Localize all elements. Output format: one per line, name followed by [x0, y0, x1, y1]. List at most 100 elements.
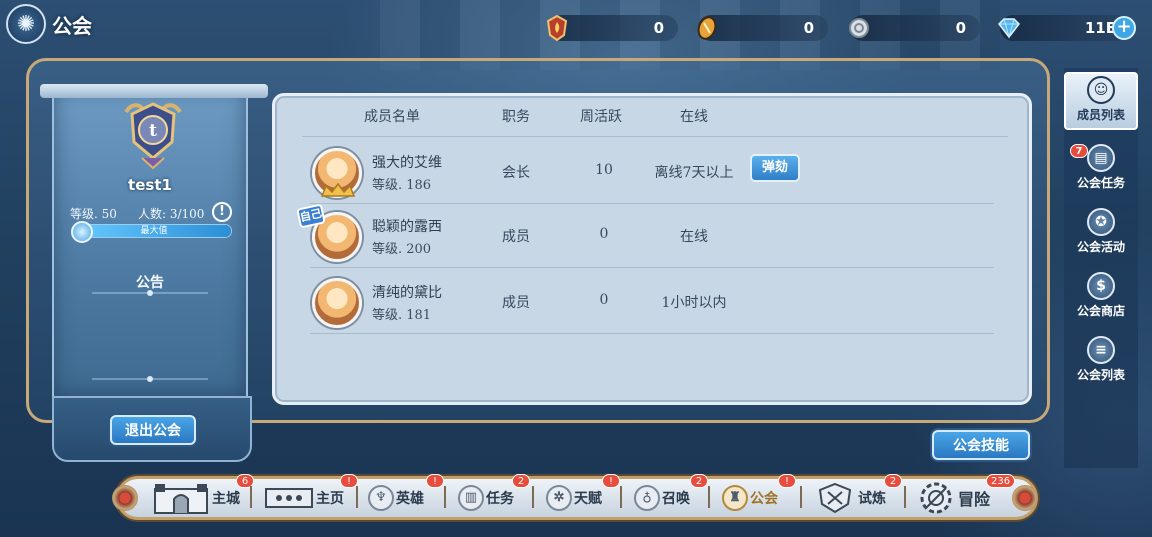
tab-guild-list[interactable]: ≡ 公会列表 — [1064, 334, 1138, 392]
guild-skills-button[interactable]: 公会技能 — [932, 430, 1030, 460]
member-role: 会长 — [502, 165, 530, 181]
amber-crystal-icon — [694, 13, 720, 43]
tab-member-list[interactable]: ☺ 成员列表 — [1064, 72, 1138, 130]
member-weekly: 0 — [599, 292, 609, 308]
nav-home[interactable]: 主页 — [264, 481, 344, 515]
nav-separator — [532, 486, 534, 508]
row-divider — [310, 203, 994, 204]
member-level: 等级. 186 — [372, 178, 432, 193]
members-icon: ☺ — [1087, 76, 1115, 104]
notification-badge: 2 — [690, 474, 708, 488]
summon-flame-icon: ♁ — [634, 485, 660, 511]
col-header-name: 成员名单 — [364, 109, 420, 125]
guild-exp-label: 最大值 — [140, 226, 168, 236]
ornament-divider — [92, 376, 208, 382]
silver-coin-icon — [846, 13, 872, 43]
flame-shield-icon — [544, 13, 570, 43]
nav-separator — [250, 486, 252, 508]
exp-gem-icon — [71, 221, 93, 243]
ornament-divider — [92, 290, 208, 296]
member-online: 离线7天以上 — [654, 165, 734, 181]
notification-badge: 236 — [986, 474, 1016, 488]
table-row[interactable]: 强大的艾维 等级. 186 会长 10 离线7天以上 弹劾 — [310, 142, 994, 204]
member-weekly: 10 — [595, 162, 613, 178]
leave-guild-button[interactable]: 退出公会 — [110, 415, 196, 445]
banner-rod — [40, 84, 268, 98]
nav-separator — [444, 486, 446, 508]
notice-title: 公告 — [136, 275, 164, 291]
resource-value: 0 — [803, 19, 814, 37]
nav-separator — [708, 486, 710, 508]
tab-label: 公会商店 — [1076, 304, 1125, 318]
nav-heroes[interactable]: ♆ 英雄 — [368, 481, 424, 515]
event-badge-icon: ✪ — [1087, 208, 1115, 236]
tab-label: 公会列表 — [1076, 368, 1125, 382]
tab-guild-events[interactable]: ✪ 公会活动 — [1064, 206, 1138, 264]
tab-label: 成员列表 — [1076, 108, 1125, 122]
notification-badge: 2 — [512, 474, 530, 488]
nav-trial[interactable]: 试炼 — [814, 481, 886, 515]
col-header-weekly: 周活跃 — [580, 109, 622, 125]
add-diamond-button[interactable]: + — [1112, 16, 1136, 40]
notification-badge: ! — [602, 474, 620, 488]
nav-separator — [904, 486, 906, 508]
col-header-online: 在线 — [680, 109, 708, 125]
impeach-button[interactable]: 弹劾 — [750, 154, 800, 182]
task-book-icon: ▤ — [1087, 144, 1115, 172]
resource-value: 0 — [955, 19, 966, 37]
resource-diamond: 11E + — [998, 15, 1136, 41]
nav-separator — [356, 486, 358, 508]
row-divider — [310, 267, 994, 268]
leader-crown-icon — [320, 182, 356, 197]
nav-quests[interactable]: ▥ 任务 — [458, 481, 514, 515]
guild-crest-icon: t — [124, 102, 182, 170]
table-row[interactable]: 自己 聪颖的露西 等级. 200 成员 0 在线 — [296, 203, 994, 268]
notification-badge: ! — [426, 474, 444, 488]
page-header: ✺ 公会 — [6, 4, 92, 44]
nav-label: 公会 — [750, 491, 778, 507]
nav-label: 主页 — [316, 491, 344, 507]
crest-letter: t — [149, 121, 157, 141]
nav-label: 召唤 — [662, 491, 690, 507]
nav-main-city[interactable]: 主城 — [152, 481, 240, 515]
nav-knob-right — [1012, 485, 1038, 511]
member-role: 成员 — [502, 295, 530, 311]
nav-adventure[interactable]: 冒险 — [916, 481, 990, 515]
nav-separator — [800, 486, 802, 508]
guild-member-count: 人数: 3/100 — [138, 207, 205, 221]
page-title: 公会 — [52, 13, 92, 38]
castle-icon — [154, 484, 208, 514]
header-divider — [302, 136, 1008, 137]
tab-guild-tasks[interactable]: ▤ 公会任务 7 — [1064, 142, 1138, 200]
tab-label: 公会任务 — [1076, 176, 1125, 190]
resource-flame: 0 — [546, 15, 678, 41]
quest-cards-icon: ▥ — [458, 485, 484, 511]
guild-name: test1 — [128, 176, 172, 194]
member-level: 等级. 181 — [372, 308, 432, 323]
notification-badge: ! — [778, 474, 796, 488]
swirl-emblem-icon[interactable]: ✺ — [6, 4, 46, 44]
tab-label: 公会活动 — [1076, 240, 1125, 254]
info-alert-button[interactable]: ! — [212, 202, 232, 222]
nav-talent[interactable]: ✲ 天赋 — [546, 481, 602, 515]
guild-level: 等级. 50 — [70, 207, 117, 221]
member-online: 在线 — [680, 229, 708, 245]
table-row[interactable]: 清纯的黛比 等级. 181 成员 0 1小时以内 — [310, 272, 994, 334]
nav-guild[interactable]: ♜ 公会 — [722, 481, 778, 515]
tab-guild-shop[interactable]: $ 公会商店 — [1064, 270, 1138, 328]
member-name: 强大的艾维 — [372, 155, 442, 171]
row-divider — [310, 333, 994, 334]
member-level: 等级. 200 — [372, 242, 432, 257]
guild-exp-bar: 最大值 — [71, 221, 232, 243]
resource-amber: 0 — [697, 15, 828, 41]
guild-list-icon: ≡ — [1087, 336, 1115, 364]
nav-summon[interactable]: ♁ 召唤 — [634, 481, 690, 515]
nav-label: 英雄 — [396, 491, 424, 507]
nav-separator — [620, 486, 622, 508]
avatar — [312, 278, 362, 328]
nav-label: 主城 — [212, 491, 240, 507]
guild-crest-icon: ♜ — [722, 485, 748, 511]
shop-bag-icon: $ — [1087, 272, 1115, 300]
hero-wings-icon: ♆ — [368, 485, 394, 511]
resource-value: 0 — [653, 19, 664, 37]
